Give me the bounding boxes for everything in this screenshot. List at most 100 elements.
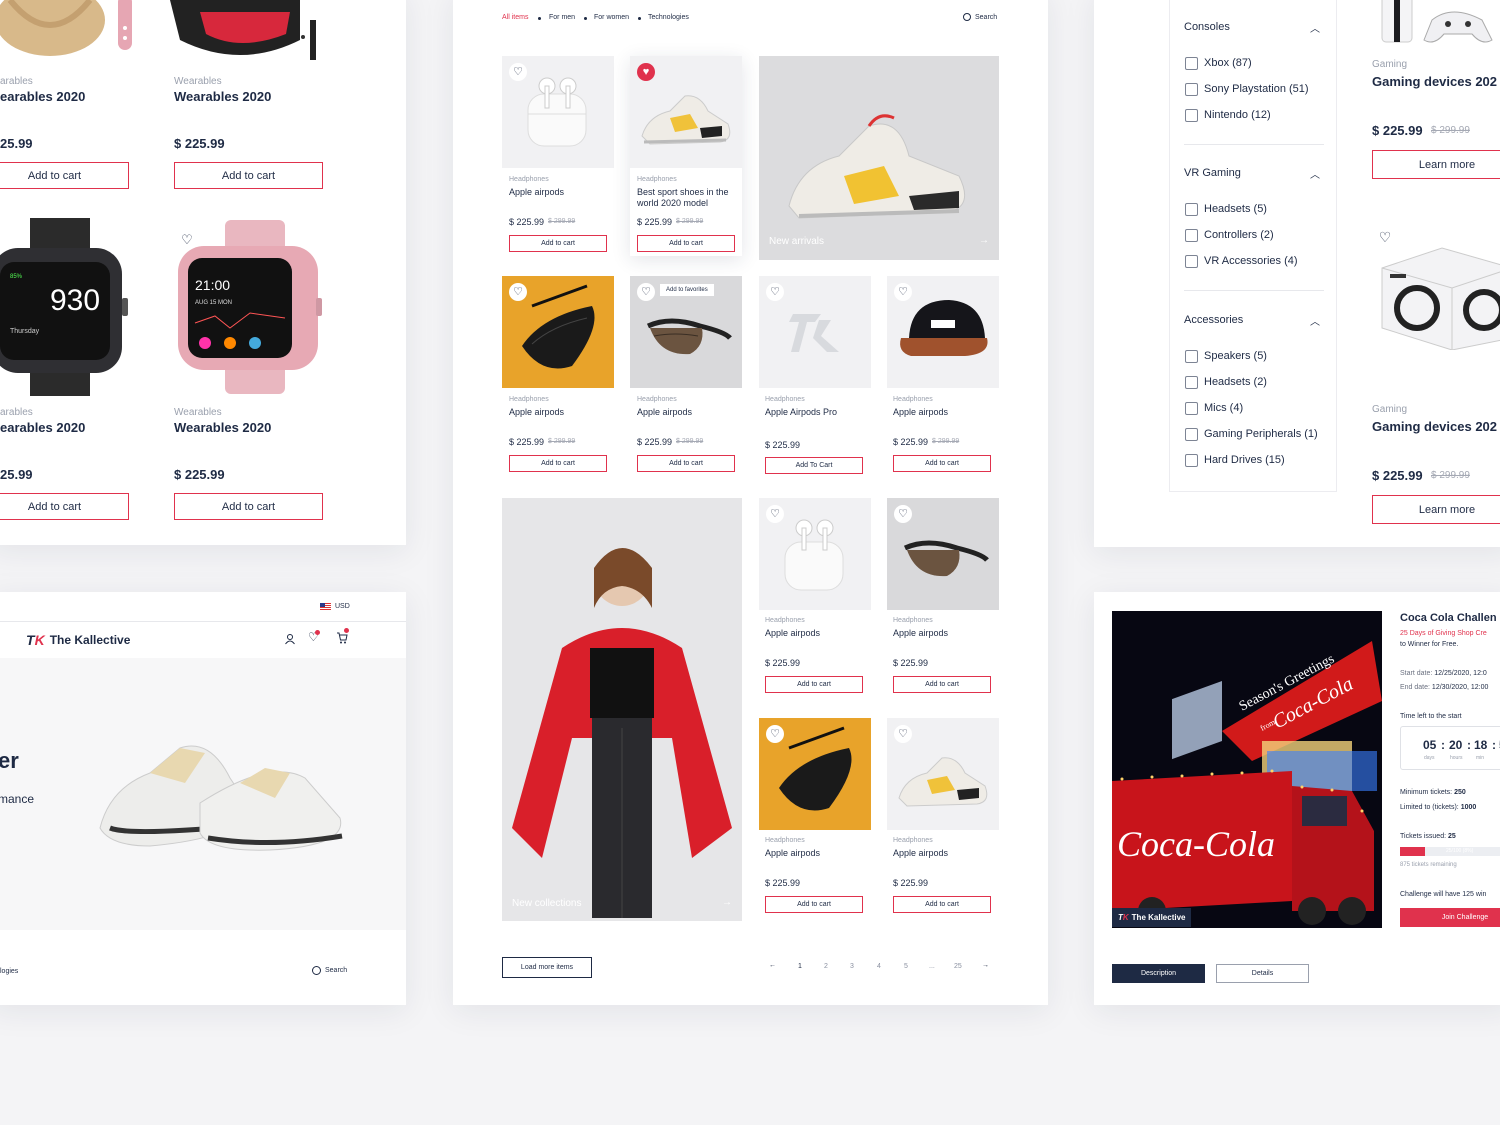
product-image-placeholder-logo[interactable]: ♡ <box>759 276 871 388</box>
search-button[interactable]: Search <box>963 13 997 21</box>
wishlist-heart-icon[interactable]: ♡ <box>308 630 320 644</box>
filter-checkbox[interactable] <box>1185 428 1198 441</box>
add-to-cart-button[interactable]: Add to cart <box>637 235 735 252</box>
load-more-button[interactable]: Load more items <box>502 957 592 978</box>
page-link[interactable]: 3 <box>850 963 854 970</box>
favorite-heart-icon[interactable]: ♡ <box>894 505 912 523</box>
product-image-black-watch[interactable]: 930 Thursday 85% <box>0 218 140 396</box>
add-to-cart-button[interactable]: Add to cart <box>893 455 991 472</box>
favorite-heart-filled-icon[interactable]: ♥ <box>637 63 655 81</box>
filter-checkbox[interactable] <box>1185 402 1198 415</box>
product-image-ps5[interactable] <box>1362 0 1500 50</box>
add-to-cart-button[interactable]: Add to cart <box>509 455 607 472</box>
product-image-belt-bag-brown[interactable]: ♡ <box>887 498 999 610</box>
page-link[interactable]: 1 <box>798 963 802 970</box>
start-date-label: Start date: <box>1400 670 1433 677</box>
favorite-heart-icon[interactable]: ♡ <box>1374 226 1396 248</box>
chevron-up-icon[interactable]: ︿ <box>1310 166 1320 181</box>
filter-checkbox[interactable] <box>1185 255 1198 268</box>
challenge-hero-image[interactable]: Season's Greetings from Coca-Cola Coca-C… <box>1112 611 1382 928</box>
add-to-cart-button[interactable]: Add to cart <box>765 676 863 693</box>
product-image-airpods[interactable]: ♡ <box>759 498 871 610</box>
new-collections-banner[interactable]: New collections → <box>502 498 742 921</box>
nav-all-items[interactable]: All items <box>502 14 528 21</box>
filter-group-title: Accessories <box>1184 314 1244 326</box>
arrow-right-icon: → <box>979 235 989 246</box>
tab-details[interactable]: Details <box>1216 964 1309 983</box>
page-link[interactable]: 4 <box>877 963 881 970</box>
favorite-heart-icon[interactable]: ♡ <box>766 725 784 743</box>
brand-logo[interactable]: TK The Kallective <box>26 632 130 648</box>
filter-checkbox[interactable] <box>1185 57 1198 70</box>
favorite-heart-icon[interactable]: ♡ <box>766 505 784 523</box>
brand-badge: TK The Kallective <box>1112 908 1192 927</box>
learn-more-button[interactable]: Learn more <box>1372 495 1500 524</box>
filter-group-title: VR Gaming <box>1184 167 1241 179</box>
join-challenge-button[interactable]: Join Challenge <box>1400 908 1500 927</box>
challenge-subtitle: 25 Days of Giving Shop Cre <box>1400 630 1487 637</box>
filter-option-label: Sony Playstation (51) <box>1204 83 1309 95</box>
product-category: Gaming <box>1372 404 1408 415</box>
filter-checkbox[interactable] <box>1185 203 1198 216</box>
page-link[interactable]: 2 <box>824 963 828 970</box>
product-old-price: $ 299.99 <box>676 218 704 225</box>
currency-selector[interactable]: USD <box>320 603 350 610</box>
nav-for-women[interactable]: For women <box>594 14 629 21</box>
add-to-cart-button[interactable]: Add to cart <box>509 235 607 252</box>
hero-banner: er mance <box>0 658 406 930</box>
favorite-heart-icon[interactable]: ♡ <box>894 283 912 301</box>
chevron-up-icon[interactable]: ︿ <box>1310 313 1320 328</box>
item-name: earables 2020 <box>0 420 86 435</box>
add-to-cart-button[interactable]: Add to cart <box>0 162 129 189</box>
page-link[interactable]: 25 <box>954 963 962 970</box>
product-image-belt-bag-yellow[interactable]: ♡ <box>759 718 871 830</box>
product-image-racing-wheel[interactable]: ♡ <box>1362 218 1500 350</box>
add-to-cart-button[interactable]: Add to cart <box>174 493 323 520</box>
pagination-prev-arrow-icon[interactable]: ← <box>769 962 776 969</box>
add-to-cart-button[interactable]: Add To Cart <box>765 457 863 474</box>
product-image-belt-bag-brown[interactable]: ♡ Add to favorites <box>630 276 742 388</box>
product-image-sport-shoe[interactable]: ♡ <box>887 718 999 830</box>
product-image-sport-watch[interactable] <box>170 0 330 62</box>
favorite-heart-icon[interactable]: ♡ <box>894 725 912 743</box>
learn-more-button[interactable]: Learn more <box>1372 150 1500 179</box>
product-image-airpods[interactable]: ♡ <box>502 56 614 168</box>
min-tickets-label: Minimum tickets: <box>1400 789 1453 796</box>
user-icon[interactable] <box>284 632 296 645</box>
nav-for-men[interactable]: For men <box>549 14 575 21</box>
product-old-price: $ 299.99 <box>932 438 960 445</box>
new-arrivals-banner[interactable]: New arrivals → <box>759 56 999 260</box>
filter-checkbox[interactable] <box>1185 83 1198 96</box>
filter-checkbox[interactable] <box>1185 350 1198 363</box>
nav-technologies[interactable]: Technologies <box>648 14 689 21</box>
pagination-next-arrow-icon[interactable]: → <box>982 962 989 969</box>
product-image-mesh-watch[interactable] <box>0 0 140 62</box>
favorite-heart-icon[interactable]: ♡ <box>509 63 527 81</box>
add-to-cart-button[interactable]: Add to cart <box>174 162 323 189</box>
favorite-heart-icon[interactable]: ♡ <box>509 283 527 301</box>
tab-description[interactable]: Description <box>1112 964 1205 983</box>
chevron-up-icon[interactable]: ︿ <box>1310 20 1320 35</box>
add-to-cart-button[interactable]: Add to cart <box>0 493 129 520</box>
nav-link-partial[interactable]: logies <box>0 968 18 975</box>
filter-checkbox[interactable] <box>1185 376 1198 389</box>
favorite-heart-icon[interactable]: ♡ <box>176 228 198 250</box>
product-image-belt-bag-yellow[interactable]: ♡ <box>502 276 614 388</box>
challenge-title: Coca Cola Challen <box>1400 612 1497 624</box>
product-image-cap[interactable]: ♡ <box>887 276 999 388</box>
add-to-cart-button[interactable]: Add to cart <box>893 676 991 693</box>
add-to-cart-button[interactable]: Add to cart <box>637 455 735 472</box>
favorite-heart-icon[interactable]: ♡ <box>766 283 784 301</box>
add-to-cart-button[interactable]: Add to cart <box>765 896 863 913</box>
product-image-sport-shoe[interactable]: ♥ <box>630 56 742 168</box>
filter-checkbox[interactable] <box>1185 229 1198 242</box>
add-to-cart-button[interactable]: Add to cart <box>893 896 991 913</box>
filter-checkbox[interactable] <box>1185 454 1198 467</box>
page-link[interactable]: 5 <box>904 963 908 970</box>
search-button[interactable]: Search <box>312 966 347 975</box>
favorite-heart-icon[interactable]: ♡ <box>637 283 655 301</box>
cart-icon[interactable] <box>336 628 349 644</box>
product-image-pink-watch[interactable]: 21:00 AUG 15 MON ♡ <box>170 218 330 396</box>
hero-sneakers-image[interactable] <box>90 718 355 868</box>
filter-checkbox[interactable] <box>1185 109 1198 122</box>
